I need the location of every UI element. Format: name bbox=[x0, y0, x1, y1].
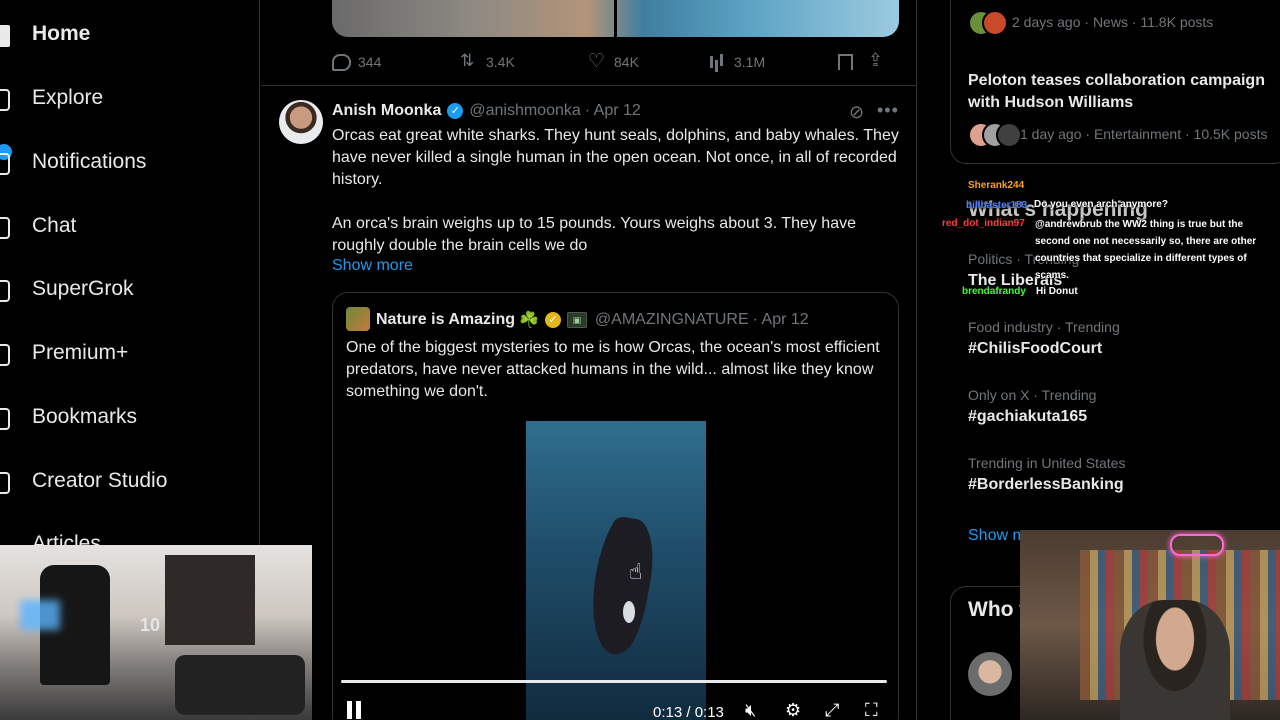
grok-icon bbox=[0, 278, 10, 302]
bookmark-icon bbox=[0, 406, 10, 430]
post-divider bbox=[261, 85, 916, 86]
author-handle[interactable]: @anishmoonka bbox=[469, 102, 580, 120]
reply-button[interactable]: 344 bbox=[332, 54, 460, 71]
trend-2-name[interactable]: #ChilisFoodCourt bbox=[968, 340, 1102, 358]
verified-badge-icon: ✓ bbox=[447, 103, 464, 119]
home-icon bbox=[0, 23, 10, 47]
quoted-post[interactable]: Nature is Amazing ☘️ ✓ ▣ @AMAZINGNATURE … bbox=[332, 292, 899, 720]
quoted-avatar[interactable] bbox=[346, 307, 370, 331]
quoted-post-date[interactable]: · Apr 12 bbox=[753, 311, 809, 329]
chat-user-2: billbaster183 bbox=[966, 200, 1028, 211]
repost-count: 3.4K bbox=[486, 54, 515, 70]
trend-2-category: Food industry · Trending bbox=[968, 319, 1120, 335]
nav-supergrok[interactable]: SuperGrok bbox=[0, 269, 134, 309]
quoted-author-handle[interactable]: @AMAZINGNATURE bbox=[595, 311, 749, 329]
post-text: Orcas eat great white sharks. They hunt … bbox=[332, 127, 899, 188]
clover-emoji: ☘️ bbox=[519, 312, 539, 329]
nav-notifications-label: Notifications bbox=[32, 150, 147, 173]
nav-creator-studio-label: Creator Studio bbox=[32, 469, 168, 492]
quoted-post-text: One of the biggest mysteries to me is ho… bbox=[346, 339, 880, 400]
chat-user-1: Sherank244 bbox=[968, 180, 1025, 191]
nav-supergrok-label: SuperGrok bbox=[32, 277, 134, 300]
bookmark-icon bbox=[836, 54, 854, 70]
mouse-cursor-icon: ☝ bbox=[629, 559, 643, 584]
chat-message-1: Do you even arch anymore? bbox=[1034, 199, 1168, 210]
picture-in-picture-icon[interactable]: ⤢ bbox=[825, 700, 839, 720]
repost-icon bbox=[460, 51, 478, 71]
chat-message-2: @andrewbrub the WW2 thing is true but th… bbox=[1035, 219, 1257, 281]
nav-premium-label: Premium+ bbox=[32, 341, 129, 364]
show-more-link[interactable]: Show more bbox=[332, 257, 413, 275]
settings-gear-icon[interactable]: ⚙ bbox=[785, 700, 801, 720]
post-header: Anish Moonka ✓ @anishmoonka · Apr 12 bbox=[332, 102, 641, 120]
grok-icon[interactable]: ⊘ bbox=[849, 103, 867, 121]
jersey-number: 10 bbox=[140, 615, 161, 635]
views-button[interactable]: 3.1M bbox=[708, 54, 836, 70]
stream-chat-overlay: Sherank244 Do you even arch anymore? bil… bbox=[930, 180, 1280, 300]
bookmark-button[interactable] bbox=[836, 54, 868, 70]
timeline: 344 3.4K 84K 3.1M Anish Moonka ✓ @anishm… bbox=[261, 0, 917, 720]
trend-4-name[interactable]: #BorderlessBanking bbox=[968, 476, 1124, 494]
quoted-post-header: Nature is Amazing ☘️ ✓ ▣ @AMAZINGNATURE … bbox=[376, 310, 809, 330]
reply-count: 344 bbox=[358, 54, 382, 70]
trend-3-category: Only on X · Trending bbox=[968, 387, 1097, 403]
affiliate-badge-icon: ▣ bbox=[566, 312, 587, 328]
nav-bookmarks-label: Bookmarks bbox=[32, 405, 138, 428]
views-icon bbox=[708, 54, 726, 70]
chat-user-3: red_dot_indian97 bbox=[942, 218, 1025, 229]
like-count: 84K bbox=[614, 54, 639, 70]
x-premium-icon bbox=[0, 342, 10, 366]
quoted-author-name[interactable]: Nature is Amazing bbox=[376, 311, 515, 329]
nav-home-label: Home bbox=[32, 22, 91, 45]
video-player[interactable]: ☝ 0:13 / 0:13 🔇︎ ⚙ ⤢ ⛶ bbox=[333, 421, 898, 720]
post-text-2: An orca's brain weighs up to 15 pounds. … bbox=[332, 215, 856, 254]
share-button[interactable] bbox=[868, 50, 892, 71]
share-icon bbox=[868, 50, 884, 71]
story1-meta: 2 days ago · News · 11.8K posts bbox=[1012, 14, 1214, 30]
author-name[interactable]: Anish Moonka bbox=[332, 102, 441, 120]
previous-post-media[interactable] bbox=[332, 0, 899, 37]
nav-notifications[interactable]: Notifications bbox=[0, 142, 146, 182]
previous-post-actions: 344 3.4K 84K 3.1M bbox=[332, 50, 899, 74]
streamer-webcam bbox=[1020, 530, 1280, 720]
more-options-icon[interactable]: ••• bbox=[877, 100, 899, 121]
fullscreen-icon[interactable]: ⛶ bbox=[865, 700, 878, 720]
video-progress-bar[interactable] bbox=[341, 680, 887, 683]
suggested-user-avatar[interactable] bbox=[968, 652, 1012, 696]
story2-meta: 1 day ago · Entertainment · 10.5K posts bbox=[1020, 126, 1268, 142]
nav-chat-label: Chat bbox=[32, 214, 77, 237]
orca-patch bbox=[623, 601, 635, 623]
nav-premium[interactable]: Premium+ bbox=[0, 333, 128, 373]
heart-icon bbox=[588, 50, 606, 73]
nav-chat[interactable]: Chat bbox=[0, 206, 76, 246]
neon-sign bbox=[1170, 534, 1224, 556]
post-date[interactable]: · Apr 12 bbox=[585, 102, 641, 120]
video-time: 0:13 / 0:13 bbox=[653, 704, 724, 720]
search-icon bbox=[0, 87, 10, 111]
views-count: 3.1M bbox=[734, 54, 766, 70]
bell-icon bbox=[0, 151, 10, 175]
mute-icon[interactable]: 🔇︎ bbox=[745, 700, 756, 720]
streamer bbox=[1120, 600, 1230, 720]
creator-studio-icon bbox=[0, 470, 10, 494]
chat-user-4: brendafrandy bbox=[962, 286, 1026, 297]
nav-home[interactable]: Home bbox=[0, 14, 90, 54]
nav-explore[interactable]: Explore bbox=[0, 78, 103, 118]
story2-title[interactable]: Peloton teases collaboration campaign wi… bbox=[968, 70, 1280, 114]
verified-gold-badge-icon: ✓ bbox=[544, 312, 561, 328]
avatar[interactable] bbox=[279, 100, 323, 144]
reply-icon bbox=[332, 54, 351, 71]
nav-explore-label: Explore bbox=[32, 86, 104, 109]
trend-4-category: Trending in United States bbox=[968, 455, 1126, 471]
nav-creator-studio[interactable]: Creator Studio bbox=[0, 461, 167, 501]
room-webcam: 10 bbox=[0, 545, 312, 720]
chat-message-4: Hi Donut bbox=[1036, 286, 1078, 297]
nav-bookmarks[interactable]: Bookmarks bbox=[0, 397, 137, 437]
pause-icon[interactable] bbox=[347, 701, 363, 719]
trend-3-name[interactable]: #gachiakuta165 bbox=[968, 408, 1087, 426]
chat-icon bbox=[0, 215, 10, 239]
repost-button[interactable]: 3.4K bbox=[460, 51, 588, 71]
like-button[interactable]: 84K bbox=[588, 50, 708, 73]
